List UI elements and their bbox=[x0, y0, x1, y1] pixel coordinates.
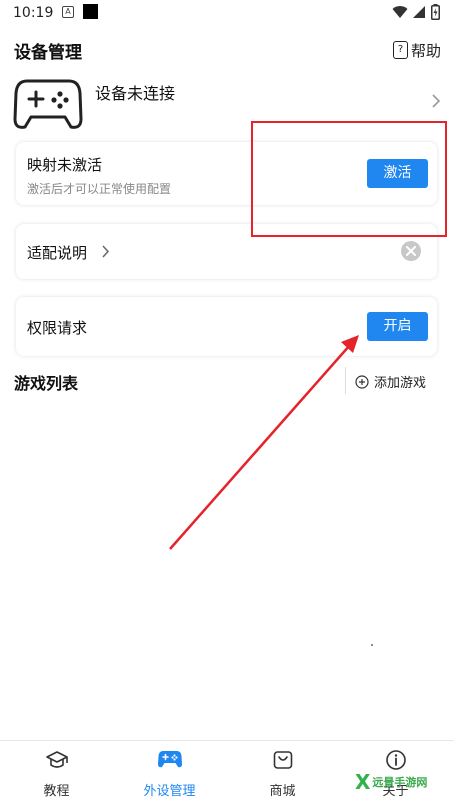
graduation-cap-icon bbox=[45, 751, 68, 768]
nav-tab-label: 商城 bbox=[269, 784, 296, 799]
gamepad-icon bbox=[157, 751, 182, 768]
watermark-x-icon: X bbox=[355, 770, 371, 794]
watermark-logo: X 远景手游网 bbox=[355, 770, 427, 794]
dot-mark bbox=[371, 644, 373, 646]
nav-tab-store[interactable]: 商城 bbox=[226, 741, 339, 807]
nav-tab-label: 教程 bbox=[43, 784, 70, 799]
nav-tab-label: 外设管理 bbox=[143, 784, 196, 799]
watermark-text: 远景手游网 bbox=[372, 776, 428, 789]
info-icon bbox=[385, 750, 406, 770]
annotation-arrow bbox=[169, 335, 359, 550]
shopping-bag-icon bbox=[273, 751, 292, 769]
nav-tab-device-management[interactable]: 外设管理 bbox=[113, 741, 226, 807]
nav-tab-tutorial[interactable]: 教程 bbox=[0, 741, 113, 807]
